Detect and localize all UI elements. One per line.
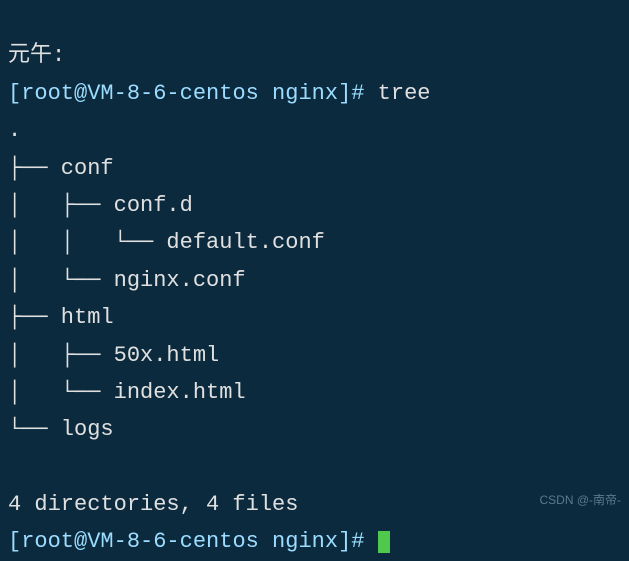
tree-50x: │ ├── 50x.html [8, 343, 219, 368]
prompt2-space [259, 529, 272, 554]
tree-default-conf: │ │ └── default.conf [8, 230, 325, 255]
terminal-output[interactable]: 元午: [root@VM-8-6-centos nginx]# tree . ├… [0, 0, 629, 561]
prompt-close: ]# [338, 81, 364, 106]
tree-root: . [8, 118, 21, 143]
tree-logs: └── logs [8, 417, 114, 442]
prompt-dir: nginx [272, 81, 338, 106]
prompt2-dir: nginx [272, 529, 338, 554]
partial-line: 元午: [8, 43, 65, 68]
prompt2-open: [ [8, 529, 21, 554]
prompt-open: [ [8, 81, 21, 106]
tree-index: │ └── index.html [8, 380, 246, 405]
prompt2-close: ]# [338, 529, 364, 554]
command-tree: tree [378, 81, 431, 106]
tree-html: ├── html [8, 305, 114, 330]
prompt2-userhost: root@VM-8-6-centos [21, 529, 259, 554]
tree-confd: │ ├── conf.d [8, 193, 193, 218]
tree-summary: 4 directories, 4 files [8, 492, 298, 517]
tree-conf: ├── conf [8, 156, 114, 181]
tree-nginx-conf: │ └── nginx.conf [8, 268, 246, 293]
prompt-space [259, 81, 272, 106]
watermark-text: CSDN @-南帝- [539, 490, 621, 510]
cursor-icon [378, 531, 390, 553]
prompt-userhost: root@VM-8-6-centos [21, 81, 259, 106]
